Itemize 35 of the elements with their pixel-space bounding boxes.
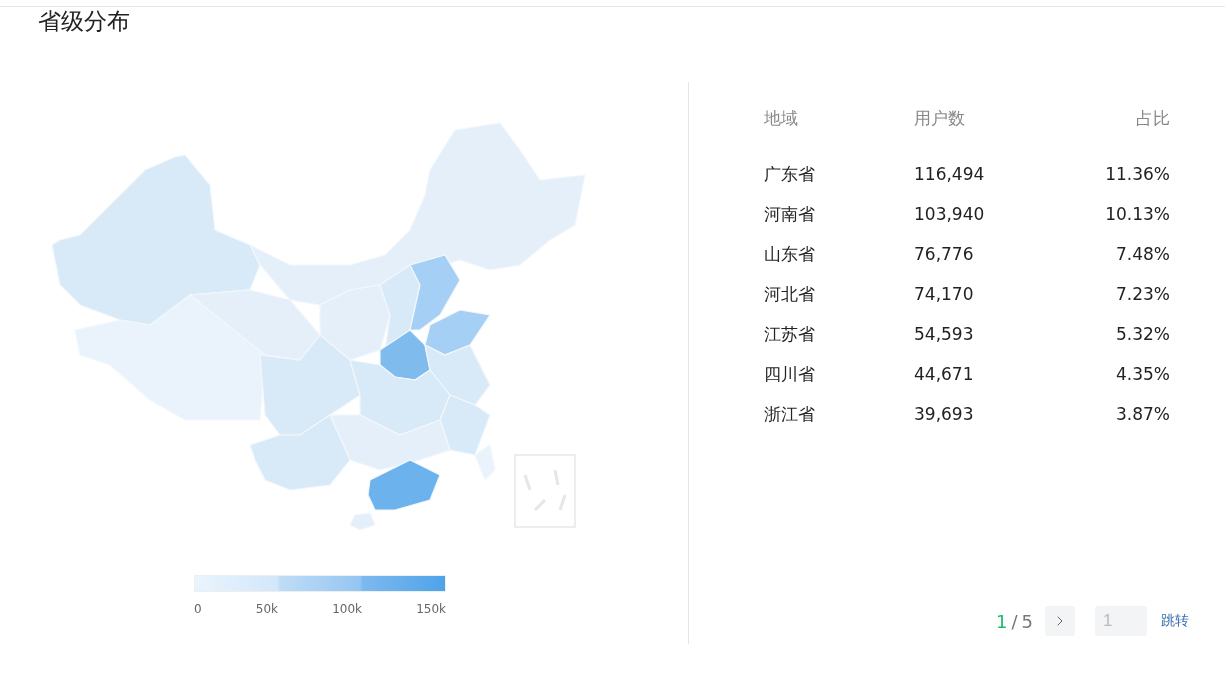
table-cell-text: 河南省: [764, 203, 816, 226]
table-cell-text: 3.87%: [1115, 403, 1170, 426]
table-cell-text: 10.13%: [1104, 203, 1170, 226]
table-cell-text: 116,494: [914, 163, 986, 186]
table-cell-text: 浙江省: [764, 403, 816, 426]
total-pages: 5: [1021, 610, 1033, 632]
next-page-button[interactable]: [1045, 606, 1075, 636]
page-separator: /: [1011, 610, 1018, 632]
section-title: 省级分布: [37, 7, 130, 35]
column-header: 用户数: [914, 107, 966, 130]
table-cell-text: 74,170: [914, 283, 975, 306]
table-cell-text: 5.32%: [1115, 323, 1170, 346]
scale-label: 50k: [255, 602, 278, 616]
table-cell-text: 7.23%: [1115, 283, 1170, 306]
jump-button[interactable]: 跳转: [1155, 608, 1195, 634]
table-cell-text: 103,940: [914, 203, 986, 226]
scale-label: 150k: [416, 602, 446, 616]
current-page: 1: [996, 610, 1008, 632]
table-cell-text: 江苏省: [764, 323, 816, 346]
table-cell-text: 4.35%: [1115, 363, 1170, 386]
table-cell-text: 11.36%: [1104, 163, 1170, 186]
table-cell-text: 山东省: [764, 243, 816, 266]
table-cell-text: 44,671: [914, 363, 975, 386]
table-cell-text: 7.48%: [1115, 243, 1170, 266]
column-header: 占比: [1135, 107, 1170, 130]
table-cell-text: 四川省: [764, 363, 816, 386]
table-cell-text: 河北省: [764, 283, 816, 306]
table-cell-text: 76,776: [914, 243, 975, 266]
table-cell-text: 54,593: [914, 323, 975, 346]
page-input[interactable]: 1: [1095, 606, 1147, 636]
scale-label: 0: [194, 602, 202, 616]
scale-label: 100k: [332, 602, 362, 616]
table-cell-text: 39,693: [914, 403, 975, 426]
table-cell-text: 广东省: [764, 163, 816, 186]
column-header: 地域: [764, 107, 799, 130]
